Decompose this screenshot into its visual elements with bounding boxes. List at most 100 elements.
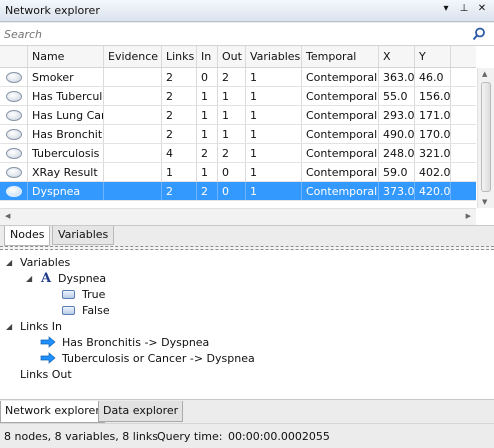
collapse-triangle-icon[interactable]: ◢ — [6, 258, 15, 267]
cell-name: Smoker — [28, 68, 104, 86]
tree-node-state[interactable]: True — [62, 286, 105, 302]
cell-variables: 1 — [246, 68, 302, 86]
column-header-evidence[interactable]: Evidence — [104, 46, 162, 67]
table-row[interactable]: XRay Result 1 1 0 1 Contemporal 59.0 402.0 — [0, 163, 476, 182]
cell-out: 1 — [218, 125, 246, 143]
scroll-right-icon[interactable]: ▶ — [466, 212, 471, 220]
node-cell-icon — [0, 163, 28, 181]
dropdown-icon[interactable]: ▾ — [440, 3, 452, 14]
cell-temporal: Contemporal — [302, 106, 379, 124]
node-cell-icon — [0, 125, 28, 143]
vertical-scrollbar[interactable]: ▲ ▼ — [477, 68, 494, 208]
cell-out: 0 — [218, 182, 246, 200]
cell-links: 1 — [162, 163, 197, 181]
column-header-links[interactable]: Links — [162, 46, 197, 67]
cell-filler — [451, 68, 476, 86]
column-header-x[interactable]: X — [379, 46, 415, 67]
cell-x: 248.0 — [379, 144, 415, 162]
query-time-label: Query time: — [157, 430, 223, 443]
state-icon — [62, 305, 75, 315]
cell-filler — [451, 106, 476, 124]
column-header-temporal[interactable]: Temporal — [302, 46, 379, 67]
bottom-tabs: Network explorer Data explorer — [0, 401, 494, 423]
scroll-up-icon[interactable]: ▲ — [482, 70, 487, 78]
tree-label-links-out: Links Out — [20, 367, 72, 381]
tree-node-state[interactable]: False — [62, 302, 110, 318]
cell-y: 46.0 — [415, 68, 451, 86]
cell-evidence — [104, 144, 162, 162]
node-ellipse-icon — [5, 109, 22, 121]
close-icon[interactable]: ✕ — [476, 3, 488, 14]
grid-header: Name Evidence Links In Out Variables Tem… — [0, 46, 476, 68]
cell-in: 0 — [197, 68, 218, 86]
scroll-left-icon[interactable]: ◀ — [5, 212, 10, 220]
search-icon[interactable] — [472, 27, 486, 41]
tree-node-link[interactable]: Tuberculosis or Cancer -> Dyspnea — [40, 350, 255, 366]
cell-y: 156.0 — [415, 87, 451, 105]
cell-filler — [451, 144, 476, 162]
table-row[interactable]: Tuberculosis or Cancer4221Contemporal248… — [0, 144, 476, 163]
table-row[interactable]: Smoker 2 0 2 1 Contemporal 363.0 46.0 — [0, 68, 476, 87]
column-header-variables[interactable]: Variables — [246, 46, 302, 67]
scrollbar-thumb[interactable] — [481, 82, 491, 192]
tree-node-links-in[interactable]: ◢ Links In — [6, 318, 62, 334]
tree-node-links-out[interactable]: Links Out — [20, 366, 72, 382]
cell-out: 1 — [218, 87, 246, 105]
cell-y: 420.0 — [415, 182, 451, 200]
tree-label-link: Has Bronchitis -> Dyspnea — [62, 335, 210, 349]
tab-nodes[interactable]: Nodes — [4, 226, 51, 246]
table-row[interactable]: Has Lung Cancer2111Contemporal293.0171.0 — [0, 106, 476, 125]
column-header-y[interactable]: Y — [415, 46, 451, 67]
cell-y: 170.0 — [415, 125, 451, 143]
cell-temporal: Contemporal — [302, 87, 379, 105]
collapse-triangle-icon[interactable]: ◢ — [6, 322, 15, 331]
cell-temporal: Contemporal — [302, 163, 379, 181]
cell-x: 59.0 — [379, 163, 415, 181]
column-header-out[interactable]: Out — [218, 46, 246, 67]
tab-data-explorer[interactable]: Data explorer — [98, 401, 184, 422]
query-time-value: 00:00:00.0002055 — [228, 430, 330, 443]
panel-title: Network explorer — [5, 4, 100, 17]
table-row[interactable]: Has Bronchitis 2 1 1 1 Contemporal 490.0 170.0 — [0, 125, 476, 144]
cell-name: XRay Result — [28, 163, 104, 181]
cell-temporal: Contemporal — [302, 68, 379, 86]
search-input[interactable] — [4, 26, 464, 43]
node-ellipse-icon — [5, 90, 22, 102]
tree-node-link[interactable]: Has Bronchitis -> Dyspnea — [40, 334, 209, 350]
collapse-triangle-icon[interactable]: ◢ — [26, 274, 35, 283]
cell-in: 1 — [197, 106, 218, 124]
tab-variables[interactable]: Variables — [52, 226, 115, 245]
grid-rows: Smoker 2 0 2 1 Contemporal 363.0 46.0 Has Tuberc… — [0, 68, 476, 201]
column-header-name[interactable]: Name — [28, 46, 104, 67]
node-ellipse-icon — [5, 147, 22, 159]
tree-label-state: True — [82, 287, 106, 301]
cell-evidence — [104, 125, 162, 143]
state-icon — [62, 289, 75, 299]
column-header-in[interactable]: In — [197, 46, 218, 67]
cell-links: 2 — [162, 87, 197, 105]
status-summary: 8 nodes, 8 variables, 8 links — [4, 430, 158, 443]
cell-links: 4 — [162, 144, 197, 162]
cell-in: 2 — [197, 144, 218, 162]
node-ellipse-icon — [5, 185, 22, 197]
tab-network-explorer[interactable]: Network explorer — [0, 401, 105, 423]
cell-filler — [451, 125, 476, 143]
cell-filler — [451, 163, 476, 181]
scroll-down-icon[interactable]: ▼ — [482, 198, 487, 206]
table-row[interactable]: Has Tuberculosis2111Contemporal55.0156.0 — [0, 87, 476, 106]
tree-node-variables[interactable]: ◢ Variables — [6, 254, 70, 270]
pin-icon[interactable]: ⊥ — [458, 3, 470, 14]
column-header-icon[interactable] — [0, 46, 28, 67]
search-bar — [0, 23, 494, 46]
tree-node-variable[interactable]: ◢ A Dyspnea — [26, 270, 106, 286]
node-ellipse-icon — [5, 71, 22, 83]
horizontal-scrollbar[interactable]: ◀ ▶ — [0, 208, 476, 225]
cell-variables: 1 — [246, 125, 302, 143]
cell-name: Has Lung Cancer — [28, 106, 104, 124]
variable-type-icon: A — [40, 270, 52, 286]
cell-temporal: Contemporal — [302, 125, 379, 143]
table-row[interactable]: Dyspnea 2 2 0 1 Contemporal 373.0 420.0 — [0, 182, 476, 201]
cell-out: 0 — [218, 163, 246, 181]
cell-filler — [451, 87, 476, 105]
cell-variables: 1 — [246, 182, 302, 200]
